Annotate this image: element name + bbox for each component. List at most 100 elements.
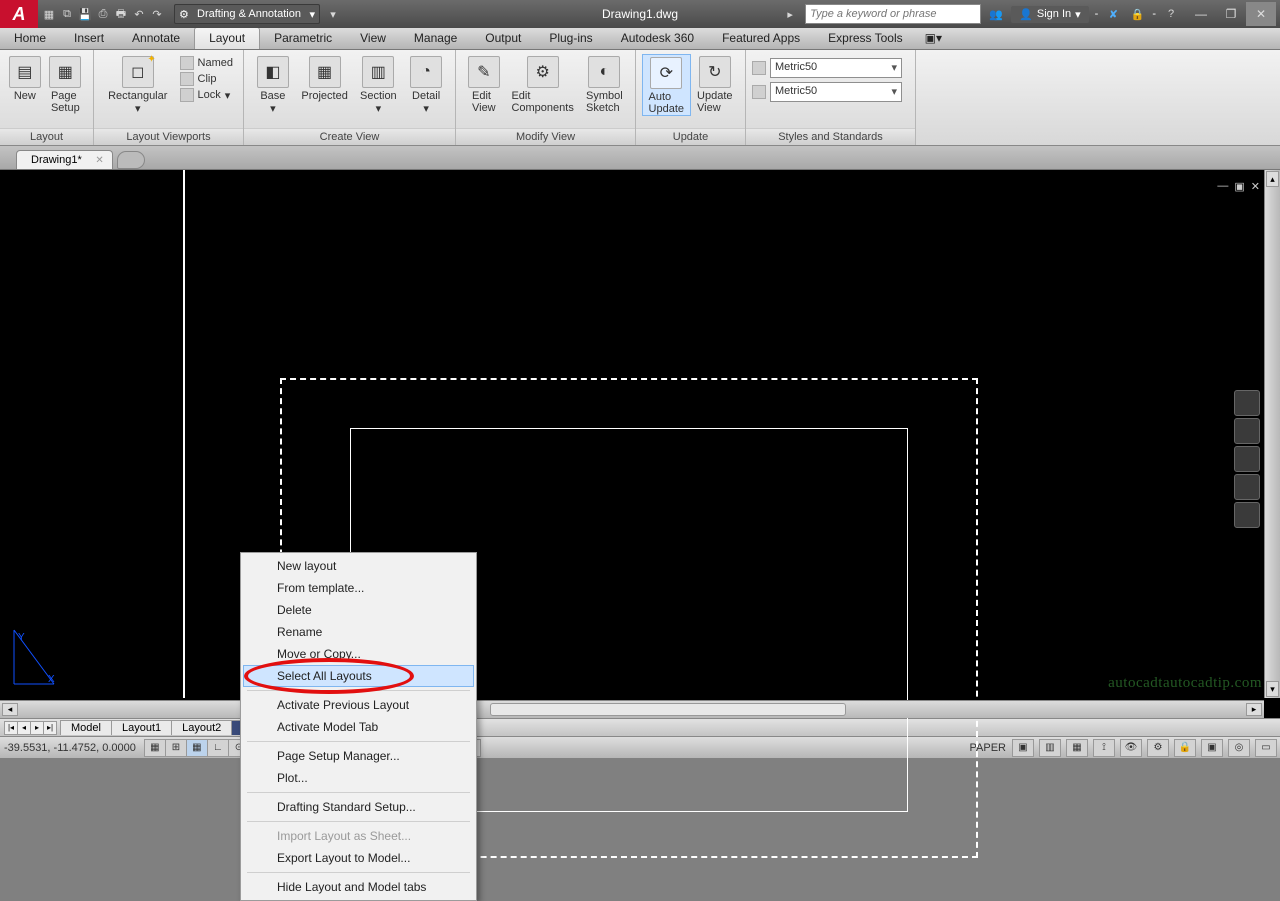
close-tab-icon[interactable]: ✕ (95, 155, 103, 166)
tab-express-tools[interactable]: Express Tools (814, 28, 916, 49)
horizontal-scrollbar[interactable]: ◂ ▸ (0, 700, 1264, 718)
tab-addin-icon[interactable]: ▣▾ (917, 28, 950, 49)
ctx-activate-previous[interactable]: Activate Previous Layout (243, 694, 474, 716)
edit-components-button[interactable]: ⚙Edit Components (506, 54, 580, 114)
tab-view[interactable]: View (346, 28, 400, 49)
stayconnected-icon[interactable]: 🔒 (1128, 5, 1146, 23)
tab-autodesk360[interactable]: Autodesk 360 (607, 28, 708, 49)
page-setup-button[interactable]: ▦Page Setup (44, 54, 87, 114)
app-logo-icon[interactable]: A (0, 0, 38, 28)
style1-combo[interactable]: Metric50 (770, 58, 902, 78)
tab-plugins[interactable]: Plug-ins (535, 28, 606, 49)
annotation-visibility-icon[interactable]: 👁 (1120, 739, 1142, 757)
ctx-new-layout[interactable]: New layout (243, 555, 474, 577)
auto-update-button[interactable]: ⟳Auto Update (642, 54, 691, 116)
layout2-tab[interactable]: Layout2 (171, 720, 232, 735)
open-icon[interactable]: ⧉ (58, 5, 76, 23)
saveas-icon[interactable]: ⎙ (94, 5, 112, 23)
help-icon[interactable]: ? (1162, 5, 1180, 23)
section-view-button[interactable]: ▥Section▾ (353, 54, 403, 115)
infer-toggle[interactable]: ▦ (144, 739, 166, 757)
maximize-viewport-toggle[interactable]: ▣ (1012, 739, 1034, 757)
ctx-hide-tabs[interactable]: Hide Layout and Model tabs (243, 876, 474, 898)
ctx-select-all-layouts[interactable]: Select All Layouts (243, 665, 474, 687)
undo-icon[interactable]: ↶ (130, 5, 148, 23)
tab-featured-apps[interactable]: Featured Apps (708, 28, 814, 49)
detail-view-button[interactable]: ◔Detail▾ (403, 54, 449, 115)
tab-parametric[interactable]: Parametric (260, 28, 346, 49)
update-view-button[interactable]: ↻Update View (691, 54, 739, 114)
ctx-drafting-standard[interactable]: Drafting Standard Setup... (243, 796, 474, 818)
hardware-accel-icon[interactable]: ▣ (1201, 739, 1223, 757)
tab-annotate[interactable]: Annotate (118, 28, 194, 49)
lock-viewport-button[interactable]: Lock ▾ (176, 88, 237, 102)
model-tab[interactable]: Model (60, 720, 112, 735)
isolate-icon[interactable]: ◎ (1228, 739, 1250, 757)
ctx-delete[interactable]: Delete (243, 599, 474, 621)
pan-icon[interactable] (1234, 418, 1260, 444)
new-layout-button[interactable]: ▤New (6, 54, 44, 102)
restore-button[interactable]: ❐ (1216, 2, 1246, 26)
clean-screen-icon[interactable]: ▭ (1255, 739, 1277, 757)
ortho-toggle[interactable]: ∟ (207, 739, 229, 757)
ctx-move-copy[interactable]: Move or Copy... (243, 643, 474, 665)
scroll-up-icon[interactable]: ▴ (1266, 171, 1279, 187)
rectangular-viewport-button[interactable]: ◻✦Rectangular▾ (100, 54, 176, 115)
tab-output[interactable]: Output (471, 28, 535, 49)
save-icon[interactable]: 💾 (76, 5, 94, 23)
plot-icon[interactable]: 🖶 (112, 5, 130, 23)
ctx-from-template[interactable]: From template... (243, 577, 474, 599)
tab-first-icon[interactable]: |◂ (4, 721, 18, 735)
search-play-icon[interactable]: ▸ (781, 5, 799, 23)
close-button[interactable]: ✕ (1246, 2, 1276, 26)
base-view-button[interactable]: ◧Base▾ (250, 54, 296, 115)
tab-home[interactable]: Home (0, 28, 60, 49)
annotation-scale-icon[interactable]: ⟟ (1093, 739, 1115, 757)
scroll-down-icon[interactable]: ▾ (1266, 681, 1279, 697)
doc-minimize-button[interactable]: — (1217, 180, 1228, 193)
clip-viewport-button[interactable]: Clip (176, 72, 237, 86)
scroll-left-icon[interactable]: ◂ (2, 703, 18, 716)
zoom-icon[interactable] (1234, 446, 1260, 472)
ctx-rename[interactable]: Rename (243, 621, 474, 643)
workspace-selector[interactable]: Drafting & Annotation (174, 4, 320, 24)
snap-toggle[interactable]: ⊞ (165, 739, 187, 757)
signin-button[interactable]: 👤Sign In▾ (1011, 6, 1088, 23)
edit-view-button[interactable]: ✎Edit View (462, 54, 506, 114)
file-tab[interactable]: Drawing1*✕ (16, 150, 113, 169)
symbol-sketch-button[interactable]: ◐Symbol Sketch (580, 54, 629, 114)
drawing-canvas[interactable]: YX — ▣ ✕ ◂ ▸ ▴ ▾ New layout From templat… (0, 170, 1280, 718)
tab-insert[interactable]: Insert (60, 28, 118, 49)
projected-view-button[interactable]: ▦Projected (296, 54, 354, 102)
navigation-bar[interactable] (1234, 390, 1260, 528)
tab-last-icon[interactable]: ▸| (43, 721, 57, 735)
ctx-activate-model[interactable]: Activate Model Tab (243, 716, 474, 738)
vertical-scrollbar[interactable]: ▴ ▾ (1264, 170, 1280, 698)
exchange-icon[interactable]: ✘ (1104, 5, 1122, 23)
lock-ui-icon[interactable]: 🔒 (1174, 739, 1196, 757)
help-search-input[interactable] (805, 4, 981, 24)
quickview-layouts-icon[interactable]: ▥ (1039, 739, 1061, 757)
redo-icon[interactable]: ↷ (148, 5, 166, 23)
hscroll-thumb[interactable] (490, 703, 846, 716)
quickview-drawings-icon[interactable]: ▦ (1066, 739, 1088, 757)
tab-prev-icon[interactable]: ◂ (17, 721, 31, 735)
infocenter-icon[interactable]: 👥 (987, 5, 1005, 23)
qat-more-icon[interactable]: ▾ (324, 5, 342, 23)
ctx-export-layout[interactable]: Export Layout to Model... (243, 847, 474, 869)
new-tab-button[interactable] (117, 151, 145, 169)
style2-combo[interactable]: Metric50 (770, 82, 902, 102)
scroll-right-icon[interactable]: ▸ (1246, 703, 1262, 716)
showmotion-icon[interactable] (1234, 502, 1260, 528)
named-viewport-button[interactable]: Named (176, 56, 237, 70)
doc-restore-button[interactable]: ▣ (1234, 180, 1244, 193)
fullnav-icon[interactable] (1234, 390, 1260, 416)
grid-toggle[interactable]: ▦ (186, 739, 208, 757)
doc-close-button[interactable]: ✕ (1251, 180, 1260, 193)
tab-next-icon[interactable]: ▸ (30, 721, 44, 735)
ctx-plot[interactable]: Plot... (243, 767, 474, 789)
tab-layout[interactable]: Layout (194, 27, 260, 49)
layout1-tab[interactable]: Layout1 (111, 720, 172, 735)
workspace-switch-icon[interactable]: ⚙ (1147, 739, 1169, 757)
minimize-button[interactable]: — (1186, 2, 1216, 26)
